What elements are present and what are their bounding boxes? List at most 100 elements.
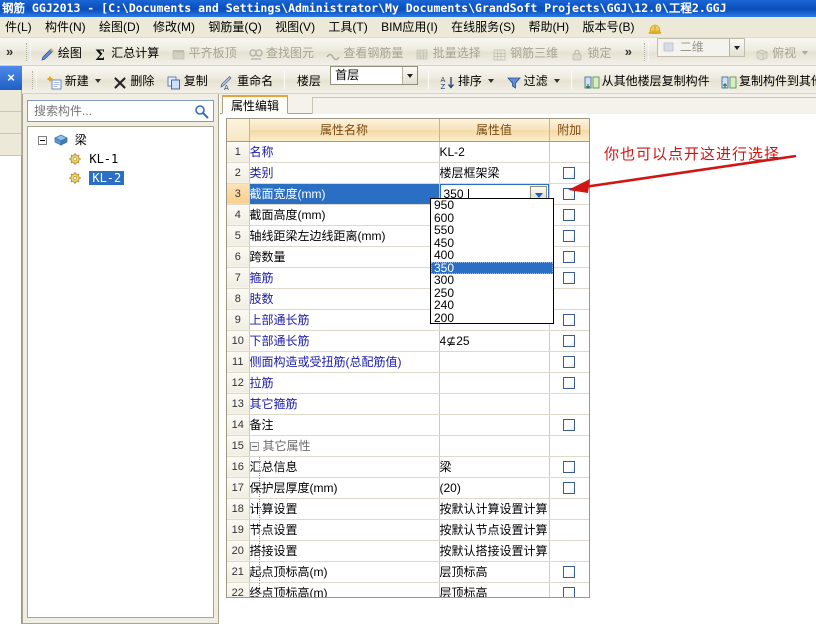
attach-cell[interactable] bbox=[549, 477, 589, 499]
panel-close-button[interactable]: × bbox=[0, 66, 22, 90]
tree-root-node[interactable]: 梁 bbox=[28, 131, 213, 150]
toolbar-draw-button[interactable]: 绘图 bbox=[36, 38, 86, 65]
property-value-cell[interactable] bbox=[439, 351, 550, 373]
menu-draw[interactable]: 绘图(D) bbox=[94, 17, 145, 37]
property-value-cell[interactable]: 梁 bbox=[439, 456, 550, 478]
attach-cell[interactable] bbox=[549, 225, 589, 247]
menu-online-service[interactable]: 在线服务(S) bbox=[446, 17, 520, 37]
new-component-button[interactable]: 新建 bbox=[43, 66, 105, 93]
property-name-cell[interactable]: 终点顶标高(m) bbox=[249, 582, 440, 597]
table-row[interactable]: 12 拉筋 bbox=[227, 372, 589, 394]
view-mode-combo[interactable]: 二维 bbox=[656, 38, 745, 57]
section-width-dropdown-list[interactable]: 950 600 550 450 400 350 300 250 240 200 bbox=[430, 198, 554, 324]
attach-cell[interactable] bbox=[549, 330, 589, 352]
toolbar-grip[interactable] bbox=[25, 43, 31, 61]
table-row[interactable]: 21 起点顶标高(m) 层顶标高 bbox=[227, 561, 589, 583]
toolbar-find-element-button[interactable]: 查找图元 bbox=[244, 38, 318, 65]
attach-checkbox[interactable] bbox=[563, 335, 576, 348]
toolbar-view-rebar-button[interactable]: 查看钢筋量 bbox=[321, 38, 407, 65]
menu-component[interactable]: 构件(N) bbox=[40, 17, 91, 37]
floor-combo[interactable]: 首层 bbox=[330, 66, 419, 85]
dropdown-option[interactable]: 400 bbox=[431, 249, 553, 262]
view-angle-chevron-down-icon[interactable] bbox=[802, 50, 809, 55]
table-row[interactable]: 20 搭接设置 按默认搭接设置计算 bbox=[227, 540, 589, 562]
dropdown-option[interactable]: 240 bbox=[431, 299, 553, 312]
attach-checkbox[interactable] bbox=[563, 482, 576, 495]
attach-cell[interactable] bbox=[549, 582, 589, 597]
property-value-cell[interactable]: 4⊈25 bbox=[439, 330, 550, 352]
toolbar-overflow-chevron-icon[interactable]: » bbox=[619, 38, 638, 65]
tab-property-editor[interactable]: 属性编辑 bbox=[222, 95, 289, 114]
table-row[interactable]: 16 汇总信息 梁 bbox=[227, 456, 589, 478]
menu-view[interactable]: 视图(V) bbox=[270, 17, 320, 37]
tree-item-kl2[interactable]: KL-2 bbox=[28, 169, 213, 188]
property-value-cell[interactable] bbox=[439, 414, 550, 436]
copy-from-other-floor-button[interactable]: 从其他楼层复制构件 bbox=[580, 66, 714, 93]
menu-version[interactable]: 版本号(B) bbox=[577, 17, 639, 37]
attach-checkbox[interactable] bbox=[563, 566, 576, 579]
property-name-cell[interactable]: 轴线距梁左边线距离(mm) bbox=[249, 225, 440, 247]
property-name-cell[interactable]: 拉筋 bbox=[249, 372, 440, 394]
floor-dropdown-arrow-icon[interactable] bbox=[402, 67, 418, 84]
property-name-cell[interactable]: 箍筋 bbox=[249, 267, 440, 289]
menu-file[interactable]: 件(L) bbox=[0, 17, 37, 37]
attach-cell[interactable] bbox=[549, 267, 589, 289]
property-name-cell[interactable]: 截面宽度(mm) bbox=[249, 183, 440, 205]
attach-checkbox[interactable] bbox=[563, 251, 576, 264]
property-value-cell[interactable]: 按默认节点设置计算 bbox=[439, 519, 550, 541]
property-value-cell[interactable] bbox=[439, 393, 550, 415]
table-row[interactable]: 14 备注 bbox=[227, 414, 589, 436]
property-name-cell[interactable]: 类别 bbox=[249, 162, 440, 184]
sort-button[interactable]: A Z 排序 bbox=[436, 66, 498, 93]
delete-component-button[interactable]: 删除 bbox=[108, 66, 158, 93]
property-name-cell[interactable]: 搭接设置 bbox=[249, 540, 440, 562]
collapse-icon[interactable] bbox=[38, 136, 47, 146]
attach-cell[interactable] bbox=[549, 414, 589, 436]
attach-checkbox[interactable] bbox=[563, 209, 576, 222]
toolbar-left-chevron-icon[interactable]: » bbox=[0, 38, 19, 65]
property-name-cell[interactable]: 侧面构造或受扭筋(总配筋值) bbox=[249, 351, 440, 373]
table-row[interactable]: 17 保护层厚度(mm) (20) bbox=[227, 477, 589, 499]
attach-checkbox[interactable] bbox=[563, 377, 576, 390]
attach-checkbox[interactable] bbox=[563, 356, 576, 369]
property-name-cell[interactable]: 其它箍筋 bbox=[249, 393, 440, 415]
menu-rebar-quantity[interactable]: 钢筋量(Q) bbox=[203, 17, 266, 37]
dropdown-option[interactable]: 300 bbox=[431, 274, 553, 287]
property-value-cell[interactable]: 按默认搭接设置计算 bbox=[439, 540, 550, 562]
property-name-cell[interactable]: 汇总信息 bbox=[249, 456, 440, 478]
dropdown-option[interactable]: 550 bbox=[431, 224, 553, 237]
property-value-cell[interactable]: 层顶标高 bbox=[439, 561, 550, 583]
menu-help[interactable]: 帮助(H) bbox=[523, 17, 574, 37]
toolbar-batch-select-button[interactable]: 批量选择 bbox=[411, 38, 485, 65]
property-name-cell[interactable]: 其它属性 bbox=[249, 435, 440, 457]
new-component-chevron-down-icon[interactable] bbox=[95, 78, 102, 83]
view-mode-dropdown-arrow-icon[interactable] bbox=[728, 39, 744, 56]
attach-cell[interactable] bbox=[549, 372, 589, 394]
left-strip-cell-2[interactable] bbox=[0, 112, 21, 134]
copy-to-other-floor-button[interactable]: 复制构件到其他楼层 bbox=[717, 66, 816, 93]
property-value-cell[interactable]: 楼层框架梁 bbox=[439, 162, 550, 184]
tree-item-kl1[interactable]: KL-1 bbox=[28, 150, 213, 169]
property-name-cell[interactable]: 起点顶标高(m) bbox=[249, 561, 440, 583]
toolbar-lock-button[interactable]: 锁定 bbox=[565, 38, 615, 65]
menu-modify[interactable]: 修改(M) bbox=[148, 17, 200, 37]
attach-cell[interactable] bbox=[549, 309, 589, 331]
table-row[interactable]: 19 节点设置 按默认节点设置计算 bbox=[227, 519, 589, 541]
view-angle-button[interactable]: 俯视 bbox=[750, 38, 812, 65]
table-row[interactable]: 18 计算设置 按默认计算设置计算 bbox=[227, 498, 589, 520]
hardhat-icon[interactable] bbox=[647, 21, 663, 35]
search-icon[interactable] bbox=[194, 104, 209, 119]
attach-cell[interactable] bbox=[549, 456, 589, 478]
attach-checkbox[interactable] bbox=[563, 419, 576, 432]
search-component-box[interactable] bbox=[27, 100, 214, 122]
dropdown-option[interactable]: 950 bbox=[431, 199, 553, 212]
attach-checkbox[interactable] bbox=[563, 587, 576, 597]
attach-checkbox[interactable] bbox=[563, 230, 576, 243]
property-name-cell[interactable]: 上部通长筋 bbox=[249, 309, 440, 331]
sort-chevron-down-icon[interactable] bbox=[488, 78, 495, 83]
menu-bim[interactable]: BIM应用(I) bbox=[376, 17, 443, 37]
component-toolbar-grip[interactable] bbox=[32, 71, 38, 89]
property-value-cell[interactable]: 层顶标高 bbox=[439, 582, 550, 597]
attach-cell[interactable] bbox=[549, 204, 589, 226]
attach-cell[interactable] bbox=[549, 351, 589, 373]
